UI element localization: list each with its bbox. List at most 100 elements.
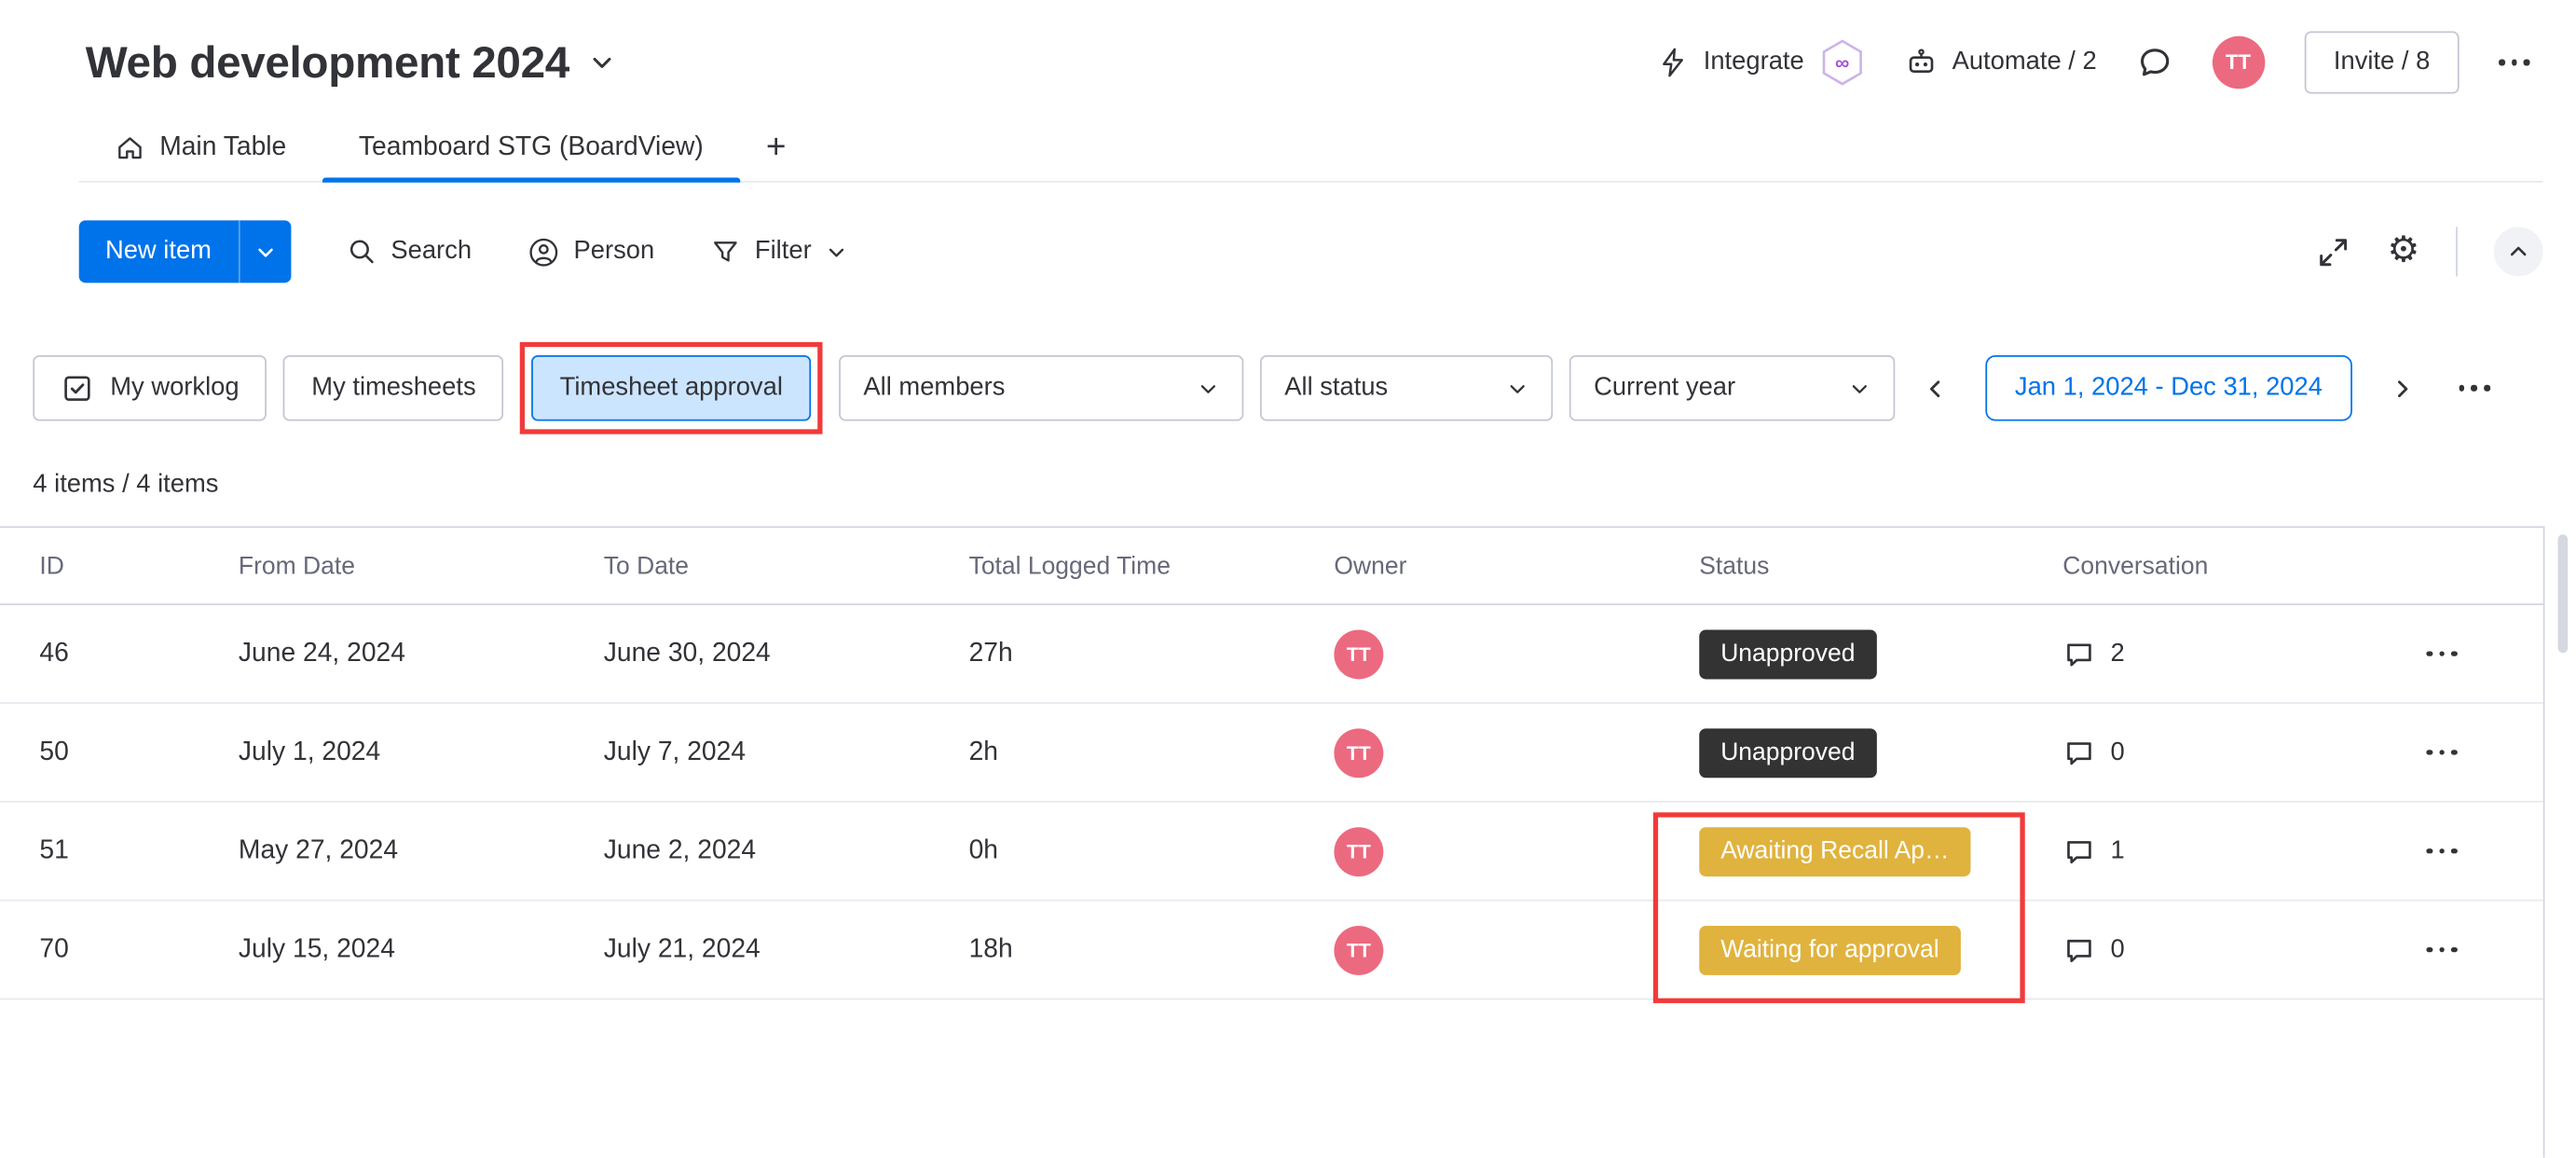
timesheet-approval-label: Timesheet approval (559, 373, 783, 402)
cell-status: Unapproved (1660, 727, 2023, 778)
robot-icon (1904, 46, 1937, 78)
invite-button[interactable]: Invite / 8 (2304, 31, 2460, 94)
board-header: Web development 2024 Integrate ∞ Automat… (0, 0, 2576, 102)
speech-bubble-icon[interactable] (2062, 736, 2095, 768)
cell-to-date[interactable]: July 7, 2024 (564, 738, 929, 767)
cell-conversation: 0 (2023, 933, 2543, 966)
expand-icon[interactable] (2317, 234, 2351, 269)
cell-to-date[interactable]: June 30, 2024 (564, 639, 929, 669)
infinity-badge-icon: ∞ (1819, 38, 1865, 88)
row-menu-icon[interactable] (2426, 650, 2458, 657)
owner-avatar[interactable]: TT (1334, 628, 1384, 679)
cell-status: Unapproved (1660, 628, 2023, 679)
automate-button[interactable]: Automate / 2 (1904, 46, 2097, 78)
conversation-count: 2 (2110, 639, 2125, 668)
table-row[interactable]: 70 July 15, 2024 July 21, 2024 18h TT Wa… (0, 901, 2543, 1000)
date-range-button[interactable]: Jan 1, 2024 - Dec 31, 2024 (1985, 354, 2352, 421)
cell-from-date[interactable]: July 1, 2024 (199, 738, 565, 767)
cell-from-date[interactable]: July 15, 2024 (199, 935, 565, 965)
gear-icon[interactable]: ⚙ (2387, 233, 2419, 269)
chat-icon[interactable] (2136, 45, 2172, 81)
table-header-row: ID From Date To Date Total Logged Time O… (0, 528, 2543, 606)
person-icon (528, 236, 559, 268)
avatar[interactable]: TT (2212, 35, 2265, 90)
cell-id: 46 (39, 639, 69, 668)
collapse-header-button[interactable] (2493, 227, 2543, 277)
board-toolbar: New item Search Person Filter ⚙ (78, 220, 2543, 283)
row-menu-icon[interactable] (2426, 749, 2458, 756)
table-row[interactable]: 46 June 24, 2024 June 30, 2024 27h TT Un… (0, 605, 2543, 704)
period-dropdown[interactable]: Current year (1569, 354, 1896, 421)
board-menu-icon[interactable] (2499, 59, 2530, 66)
owner-avatar[interactable]: TT (1334, 925, 1384, 975)
status-badge[interactable]: Unapproved (1699, 628, 1877, 679)
column-header-owner[interactable]: Owner (1295, 552, 1660, 580)
cell-from-date[interactable]: June 24, 2024 (199, 639, 565, 669)
filter-button[interactable]: Filter (710, 237, 847, 267)
table-row[interactable]: 50 July 1, 2024 July 7, 2024 2h TT Unapp… (0, 703, 2543, 803)
filter-icon (710, 237, 740, 267)
cell-owner: TT (1295, 628, 1660, 679)
next-period-button[interactable] (2378, 376, 2426, 400)
tab-main-table[interactable]: Main Table (79, 115, 322, 181)
members-dropdown[interactable]: All members (838, 354, 1244, 421)
tab-teamboard-stg[interactable]: Teamboard STG (BoardView) (322, 115, 740, 183)
integrate-button[interactable]: Integrate ∞ (1656, 38, 1865, 88)
my-timesheets-button[interactable]: My timesheets (283, 354, 504, 421)
cell-total-logged-time: 18h (968, 934, 1013, 963)
cell-id: 50 (39, 738, 69, 766)
timesheet-approval-button[interactable]: Timesheet approval (531, 354, 811, 421)
row-menu-icon[interactable] (2426, 946, 2458, 953)
my-worklog-button[interactable]: My worklog (33, 354, 267, 421)
cell-to-date[interactable]: July 21, 2024 (564, 935, 929, 965)
filter-label: Filter (754, 236, 812, 265)
status-badge[interactable]: Unapproved (1699, 727, 1877, 778)
owner-avatar[interactable]: TT (1334, 826, 1384, 876)
status-badge[interactable]: Awaiting Recall Ap… (1699, 826, 1971, 876)
person-button[interactable]: Person (528, 236, 654, 268)
cell-owner: TT (1295, 727, 1660, 778)
prev-period-button[interactable] (1911, 376, 1959, 400)
board-title-wrap[interactable]: Web development 2024 (86, 37, 616, 89)
conversation-count: 1 (2110, 835, 2125, 864)
page-title: Web development 2024 (85, 36, 569, 87)
tab-teamboard-stg-label: Teamboard STG (BoardView) (358, 132, 704, 161)
home-icon (116, 133, 145, 163)
row-menu-icon[interactable] (2426, 848, 2458, 854)
header-actions: Integrate ∞ Automate / 2 TT Invite / 8 (1656, 31, 2530, 94)
chevron-down-icon[interactable] (589, 49, 615, 76)
search-button[interactable]: Search (347, 237, 472, 267)
vertical-scrollbar[interactable] (2557, 534, 2569, 654)
my-timesheets-label: My timesheets (311, 373, 476, 402)
speech-bubble-icon[interactable] (2062, 637, 2095, 669)
new-item-button[interactable]: New item (78, 220, 291, 283)
column-header-to-date[interactable]: To Date (564, 552, 929, 580)
speech-bubble-icon[interactable] (2062, 933, 2095, 966)
column-header-from-date[interactable]: From Date (199, 552, 565, 580)
cell-owner: TT (1295, 925, 1660, 975)
search-icon (347, 237, 377, 267)
new-item-caret[interactable] (238, 220, 290, 283)
view-tabs: Main Table Teamboard STG (BoardView) + (78, 115, 2543, 183)
status-dropdown[interactable]: All status (1259, 354, 1553, 421)
cell-status: Awaiting Recall Ap… (1660, 826, 2023, 876)
speech-bubble-icon[interactable] (2062, 834, 2095, 867)
new-item-label[interactable]: New item (79, 220, 239, 283)
cell-conversation: 1 (2023, 834, 2543, 867)
chevron-down-icon (1849, 378, 1870, 399)
column-header-conversation[interactable]: Conversation (2023, 552, 2543, 580)
column-header-id[interactable]: ID (0, 552, 199, 580)
cell-conversation: 2 (2023, 637, 2543, 669)
tab-main-table-label: Main Table (159, 132, 287, 161)
add-view-button[interactable]: + (740, 115, 813, 181)
cell-total-logged-time: 27h (968, 639, 1013, 668)
status-badge[interactable]: Waiting for approval (1699, 925, 1961, 975)
table-row[interactable]: 51 May 27, 2024 June 2, 2024 0h TT Await… (0, 802, 2543, 902)
filter-row-menu-icon[interactable] (2459, 385, 2490, 392)
column-header-total-logged-time[interactable]: Total Logged Time (929, 552, 1295, 580)
my-worklog-label: My worklog (110, 373, 240, 402)
cell-to-date[interactable]: June 2, 2024 (564, 836, 929, 866)
owner-avatar[interactable]: TT (1334, 727, 1384, 778)
cell-from-date[interactable]: May 27, 2024 (199, 836, 565, 866)
column-header-status[interactable]: Status (1660, 552, 2023, 580)
